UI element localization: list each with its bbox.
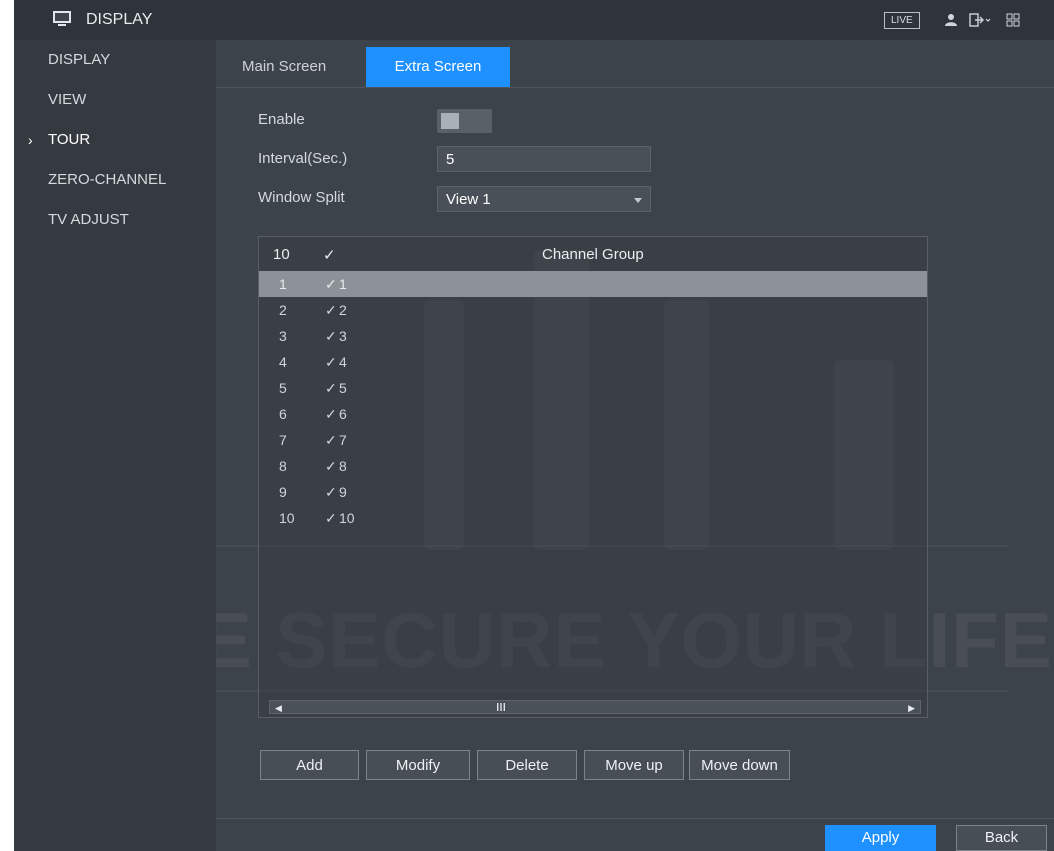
row-channel-group: 1 — [339, 276, 347, 292]
row-checkbox[interactable]: ✓ — [325, 354, 337, 371]
grid-menu-icon[interactable] — [1006, 13, 1020, 27]
row-channel-group: 10 — [339, 510, 355, 526]
live-button[interactable]: LIVE — [884, 12, 920, 29]
modify-button[interactable]: Modify — [366, 750, 470, 780]
row-checkbox[interactable]: ✓ — [325, 380, 337, 397]
row-number: 9 — [279, 484, 287, 500]
header-count: 10 — [273, 246, 290, 263]
toggle-knob — [441, 113, 459, 129]
logout-icon[interactable] — [969, 13, 991, 27]
sidebar-item-tour[interactable]: › TOUR — [14, 120, 216, 160]
row-channel-group: 5 — [339, 380, 347, 396]
delete-button[interactable]: Delete — [477, 750, 577, 780]
row-number: 6 — [279, 406, 287, 422]
channel-group-table: 10 ✓ Channel Group 1 ✓ 1 2 ✓ 2 3 ✓ 3 4 ✓… — [258, 236, 928, 718]
scroll-thumb-grip-icon[interactable] — [495, 702, 507, 712]
window-split-value: View 1 — [446, 191, 491, 208]
header-bar: DISPLAY LIVE — [14, 0, 1054, 40]
row-channel-group: 8 — [339, 458, 347, 474]
row-checkbox[interactable]: ✓ — [325, 406, 337, 423]
row-checkbox[interactable]: ✓ — [325, 458, 337, 475]
user-icon[interactable] — [944, 13, 958, 27]
sidebar-item-view[interactable]: VIEW — [14, 80, 216, 120]
sidebar-item-label: TOUR — [48, 131, 91, 148]
row-number: 1 — [279, 276, 287, 292]
row-number: 10 — [279, 510, 295, 526]
table-row[interactable]: 10 ✓ 10 — [259, 505, 927, 531]
back-button[interactable]: Back — [956, 825, 1047, 851]
enable-label: Enable — [258, 111, 305, 128]
row-channel-group: 7 — [339, 432, 347, 448]
tab-main-screen[interactable]: Main Screen — [242, 47, 326, 87]
table-header: 10 ✓ Channel Group — [259, 237, 927, 273]
scroll-left-arrow-icon[interactable]: ◀ — [275, 703, 282, 714]
row-number: 5 — [279, 380, 287, 396]
enable-toggle[interactable] — [437, 109, 492, 133]
sidebar-item-label: VIEW — [48, 91, 87, 108]
row-number: 7 — [279, 432, 287, 448]
table-row[interactable]: 1 ✓ 1 — [259, 271, 927, 297]
sidebar-item-zero-channel[interactable]: ZERO-CHANNEL — [14, 160, 216, 200]
add-button[interactable]: Add — [260, 750, 359, 780]
row-channel-group: 6 — [339, 406, 347, 422]
row-number: 4 — [279, 354, 287, 370]
row-number: 3 — [279, 328, 287, 344]
select-all-checkbox[interactable]: ✓ — [323, 246, 336, 264]
row-channel-group: 9 — [339, 484, 347, 500]
tab-divider — [216, 87, 1054, 88]
display-monitor-icon — [53, 11, 71, 26]
window-split-select[interactable]: View 1 — [437, 186, 651, 212]
table-row[interactable]: 5 ✓ 5 — [259, 375, 927, 401]
scroll-right-arrow-icon[interactable]: ▶ — [908, 703, 915, 714]
interval-label: Interval(Sec.) — [258, 150, 348, 167]
display-settings-window: WE SECURE YOUR LIFE DISPLAY LIVE DISPLAY — [14, 0, 1054, 851]
sidebar-item-label: DISPLAY — [48, 51, 111, 68]
interval-input[interactable]: 5 — [437, 146, 651, 172]
row-number: 2 — [279, 302, 287, 318]
row-checkbox[interactable]: ✓ — [325, 276, 337, 293]
table-row[interactable]: 3 ✓ 3 — [259, 323, 927, 349]
sidebar: DISPLAY VIEW › TOUR ZERO-CHANNEL TV ADJU… — [14, 40, 216, 851]
table-row[interactable]: 4 ✓ 4 — [259, 349, 927, 375]
table-row[interactable]: 6 ✓ 6 — [259, 401, 927, 427]
sidebar-item-display[interactable]: DISPLAY — [14, 40, 216, 80]
horizontal-scrollbar[interactable]: ◀ ▶ — [269, 700, 921, 714]
sidebar-item-label: TV ADJUST — [48, 211, 129, 228]
sidebar-item-tv-adjust[interactable]: TV ADJUST — [14, 200, 216, 240]
window-split-label: Window Split — [258, 189, 345, 206]
move-up-button[interactable]: Move up — [584, 750, 684, 780]
table-row[interactable]: 9 ✓ 9 — [259, 479, 927, 505]
row-checkbox[interactable]: ✓ — [325, 302, 337, 319]
sidebar-item-label: ZERO-CHANNEL — [48, 171, 167, 188]
row-checkbox[interactable]: ✓ — [325, 328, 337, 345]
row-checkbox[interactable]: ✓ — [325, 510, 337, 527]
chevron-down-icon — [634, 198, 642, 203]
move-down-button[interactable]: Move down — [689, 750, 790, 780]
table-row[interactable]: 7 ✓ 7 — [259, 427, 927, 453]
footer-divider — [216, 818, 1054, 819]
row-number: 8 — [279, 458, 287, 474]
row-checkbox[interactable]: ✓ — [325, 484, 337, 501]
chevron-right-icon: › — [28, 132, 33, 148]
row-channel-group: 3 — [339, 328, 347, 344]
row-channel-group: 4 — [339, 354, 347, 370]
tab-extra-screen[interactable]: Extra Screen — [366, 47, 510, 87]
table-row[interactable]: 8 ✓ 8 — [259, 453, 927, 479]
apply-button[interactable]: Apply — [825, 825, 936, 851]
row-channel-group: 2 — [339, 302, 347, 318]
row-checkbox[interactable]: ✓ — [325, 432, 337, 449]
page-title: DISPLAY — [86, 11, 153, 28]
table-row[interactable]: 2 ✓ 2 — [259, 297, 927, 323]
header-channel-group: Channel Group — [542, 246, 644, 263]
